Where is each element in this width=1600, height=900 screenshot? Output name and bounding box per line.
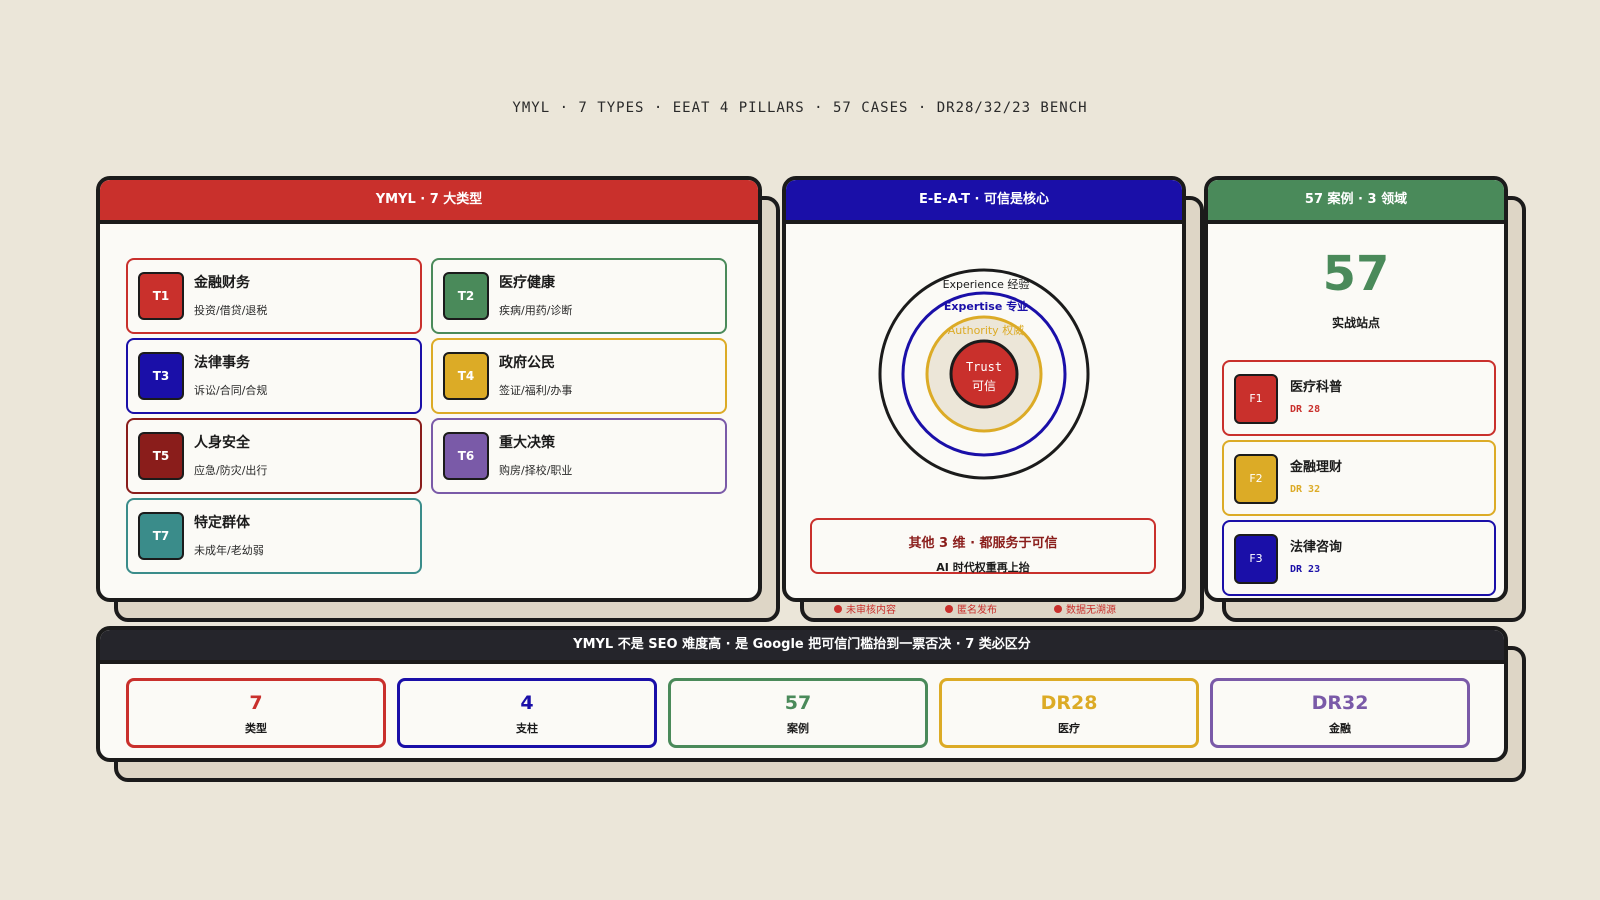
case-dr: DR 28 [1290, 404, 1321, 415]
type-title: 医疗健康 [499, 275, 555, 291]
types-panel: YMYL · 7 大类型 T1 金融财务投资/借贷/退税 T2 医疗健康疾病/用药/诊… [96, 176, 762, 602]
note-item: 匿名发布 [945, 601, 997, 616]
eeat-callout-sub: AI 时代权重再上抬 [936, 561, 1030, 574]
stat-label: 案例 [787, 722, 809, 735]
case-card-f3: F3 法律咨询 DR 23 [1222, 520, 1496, 596]
type-card-t6: T6 重大决策购房/择校/职业 [431, 418, 727, 494]
case-title: 法律咨询 [1290, 540, 1343, 555]
trust-core [949, 339, 1019, 409]
case-dr: DR 23 [1290, 564, 1321, 575]
type-card-t5: T5 人身安全应急/防灾/出行 [126, 418, 422, 494]
header-strip: YMYL · 7 TYPES · EEAT 4 PILLARS · 57 CAS… [512, 100, 1088, 116]
cases-big-label: 实战站点 [1331, 316, 1380, 330]
type-desc: 签证/福利/办事 [499, 384, 573, 397]
type-title: 重大决策 [499, 435, 555, 451]
type-title: 法律事务 [194, 355, 250, 371]
type-desc: 疾病/用药/诊断 [499, 304, 573, 317]
stat-label: 医疗 [1058, 722, 1080, 735]
case-dr: DR 32 [1290, 484, 1321, 495]
type-badge: T2 [443, 272, 489, 320]
type-desc: 诉讼/合同/合规 [194, 384, 268, 397]
cases-big-number: 57 [1322, 246, 1390, 302]
trust-label-en: Trust [966, 360, 1002, 374]
stat-label: 金融 [1329, 722, 1351, 735]
bullet-dot-icon [945, 605, 953, 613]
stat-card: 7 类型 [126, 678, 386, 748]
type-badge: T5 [138, 432, 184, 480]
case-card-f1: F1 医疗科普 DR 28 [1222, 360, 1496, 436]
bottom-panel-title: YMYL 不是 SEO 难度高 · 是 Google 把可信门槛抬到一票否决 ·… [100, 630, 1504, 664]
eeat-callout: 其他 3 维 · 都服务于可信 AI 时代权重再上抬 [810, 518, 1156, 574]
stat-card: 4 支柱 [397, 678, 657, 748]
stat-label: 类型 [245, 722, 267, 735]
note-item: 数据无溯源 [1054, 601, 1116, 616]
type-card-t7: T7 特定群体未成年/老幼弱 [126, 498, 422, 574]
case-badge: F3 [1234, 534, 1278, 584]
case-card-f2: F2 金融理财 DR 32 [1222, 440, 1496, 516]
bottom-panel: YMYL 不是 SEO 难度高 · 是 Google 把可信门槛抬到一票否决 ·… [96, 626, 1508, 762]
type-desc: 购房/择校/职业 [499, 464, 573, 477]
stat-value: DR28 [1040, 692, 1098, 714]
cases-panel: 57 案例 · 3 领域 57 实战站点 F1 医疗科普 DR 28 F2 金融理财 DR… [1204, 176, 1508, 602]
type-title: 金融财务 [194, 275, 250, 291]
case-title: 医疗科普 [1290, 380, 1343, 395]
stat-card: DR32 金融 [1210, 678, 1470, 748]
type-desc: 未成年/老幼弱 [194, 544, 264, 557]
type-badge: T3 [138, 352, 184, 400]
type-title: 人身安全 [194, 435, 250, 451]
type-title: 政府公民 [499, 355, 555, 371]
stat-value: DR32 [1311, 692, 1369, 714]
experience-label: Experience 经验 [943, 277, 1030, 291]
types-panel-title: YMYL · 7 大类型 [100, 180, 758, 224]
stat-label: 支柱 [516, 722, 538, 735]
type-badge: T7 [138, 512, 184, 560]
type-card-t3: T3 法律事务诉讼/合同/合规 [126, 338, 422, 414]
note-item: 未审核内容 [834, 601, 896, 616]
authority-label: Authority 权威 [948, 324, 1024, 337]
case-title: 金融理财 [1290, 460, 1343, 475]
type-card-t2: T2 医疗健康疾病/用药/诊断 [431, 258, 727, 334]
eeat-panel-title: E-E-A-T · 可信是核心 [786, 180, 1182, 224]
type-card-t4: T4 政府公民签证/福利/办事 [431, 338, 727, 414]
bullet-dot-icon [834, 605, 842, 613]
stat-value: 57 [784, 692, 812, 714]
eeat-callout-title: 其他 3 维 · 都服务于可信 [908, 536, 1058, 551]
type-badge: T4 [443, 352, 489, 400]
trust-label-cn: 可信 [972, 379, 996, 393]
eeat-diagram: Experience 经验 Expertise 专业 Authority 权威 … [878, 268, 1090, 480]
stat-card: 57 案例 [668, 678, 928, 748]
type-card-t1: T1 金融财务投资/借贷/退税 [126, 258, 422, 334]
type-title: 特定群体 [194, 515, 250, 531]
cases-panel-title: 57 案例 · 3 领域 [1208, 180, 1504, 224]
expertise-label: Expertise 专业 [944, 299, 1028, 313]
bullet-dot-icon [1054, 605, 1062, 613]
case-badge: F1 [1234, 374, 1278, 424]
stat-value: 7 [249, 692, 263, 714]
type-desc: 应急/防灾/出行 [194, 464, 268, 477]
stat-card: DR28 医疗 [939, 678, 1199, 748]
stat-value: 4 [520, 692, 534, 714]
type-badge: T6 [443, 432, 489, 480]
eeat-panel: E-E-A-T · 可信是核心 Experience 经验 Expertise … [782, 176, 1186, 602]
type-badge: T1 [138, 272, 184, 320]
case-badge: F2 [1234, 454, 1278, 504]
type-desc: 投资/借贷/退税 [194, 304, 268, 317]
